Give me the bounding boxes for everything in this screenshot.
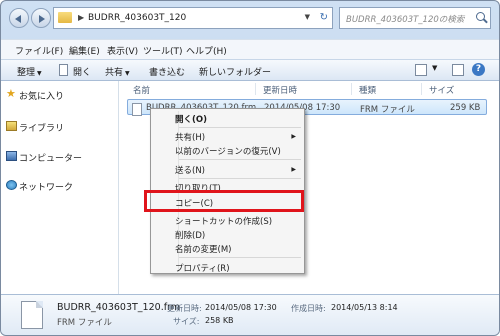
column-header-name[interactable]: 名前 [133, 84, 150, 96]
menu-edit[interactable]: 編集(E) [69, 44, 100, 57]
address-dropdown-icon[interactable]: ▼ [305, 13, 310, 21]
submenu-arrow-icon: ▶ [291, 133, 296, 140]
file-icon [21, 301, 43, 329]
menu-item-send-to[interactable]: 送る(N) [175, 164, 205, 176]
details-modified-value: 2014/05/08 17:30 [205, 303, 277, 312]
burn-button[interactable]: 書き込む [149, 65, 185, 78]
menu-tools[interactable]: ツール(T) [143, 44, 183, 57]
menu-item-share[interactable]: 共有(H) [175, 131, 205, 143]
details-size-label: サイズ: [173, 317, 200, 326]
open-button[interactable]: 開く [73, 65, 91, 78]
star-icon: ★ [6, 87, 16, 100]
nav-network[interactable]: ネットワーク [6, 180, 74, 193]
menu-separator [179, 257, 301, 258]
share-button[interactable]: 共有 ▼ [105, 65, 130, 78]
breadcrumb-arrow-icon[interactable]: ▶ [78, 13, 84, 22]
menu-view[interactable]: 表示(V) [107, 44, 138, 57]
share-label: 共有 [105, 68, 124, 78]
file-row-size: 259 KB [450, 103, 481, 113]
menu-separator [179, 159, 301, 160]
search-box[interactable]: BUDRR_403603T_120の検索 [339, 7, 491, 29]
column-divider[interactable] [351, 83, 352, 95]
menu-item-open[interactable]: 開く(O) [175, 113, 207, 125]
refresh-icon[interactable]: ↻ [320, 12, 328, 23]
menu-item-restore-previous[interactable]: 以前のバージョンの復元(V) [175, 145, 281, 157]
column-header-modified[interactable]: 更新日時 [263, 84, 297, 96]
nav-favorites[interactable]: ★ お気に入り [6, 87, 65, 102]
forward-button[interactable] [31, 8, 51, 28]
chevron-down-icon: ▼ [37, 70, 42, 77]
file-icon [132, 103, 142, 116]
submenu-arrow-icon: ▶ [291, 166, 296, 173]
details-created-label: 作成日時: [291, 304, 326, 313]
computer-icon [6, 151, 17, 161]
menu-help[interactable]: ヘルプ(H) [186, 44, 227, 57]
title-bar: ▶ BUDRR_403603T_120 ▼ ↻ BUDRR_403603T_12… [1, 1, 499, 39]
view-options-icon[interactable] [415, 64, 427, 76]
document-icon [59, 64, 68, 76]
column-header-size[interactable]: サイズ [429, 84, 454, 96]
menu-item-rename[interactable]: 名前の変更(M) [175, 243, 231, 255]
details-file-type: FRM ファイル [57, 318, 112, 328]
column-divider[interactable] [255, 83, 256, 95]
preview-pane-icon[interactable] [452, 64, 464, 76]
nav-computer-label: コンピューター [19, 154, 83, 164]
library-icon [6, 121, 17, 131]
menu-bar: ファイル(F) 編集(E) 表示(V) ツール(T) ヘルプ(H) [1, 39, 499, 59]
help-icon[interactable]: ? [472, 63, 485, 76]
organize-button[interactable]: 整理 ▼ [17, 65, 42, 78]
new-folder-button[interactable]: 新しいフォルダー [199, 65, 271, 78]
view-dropdown-icon[interactable]: ▼ [432, 64, 437, 72]
column-divider[interactable] [421, 83, 422, 95]
address-path[interactable]: BUDRR_403603T_120 [88, 13, 186, 23]
copy-highlight-box [144, 190, 304, 212]
address-bar[interactable]: ▶ BUDRR_403603T_120 ▼ ↻ [53, 7, 333, 29]
search-icon[interactable] [476, 12, 485, 21]
navigation-pane: ★ お気に入り ライブラリ コンピューター ネットワーク [1, 81, 119, 294]
search-placeholder[interactable]: BUDRR_403603T_120の検索 [346, 13, 464, 25]
network-icon [6, 180, 17, 190]
menu-item-create-shortcut[interactable]: ショートカットの作成(S) [175, 215, 272, 227]
command-bar: 整理 ▼ 開く 共有 ▼ 書き込む 新しいフォルダー ▼ ? [1, 59, 499, 81]
organize-label: 整理 [17, 68, 36, 78]
menu-item-properties[interactable]: プロパティ(R) [175, 262, 230, 274]
details-size-value: 258 KB [205, 316, 234, 325]
details-file-name: BUDRR_403603T_120.frm [57, 302, 181, 313]
details-pane: BUDRR_403603T_120.frm FRM ファイル 更新日時: 201… [1, 294, 499, 335]
menu-file[interactable]: ファイル(F) [15, 44, 63, 57]
nav-favorites-label: お気に入り [19, 92, 65, 102]
nav-libraries[interactable]: ライブラリ [6, 121, 65, 134]
folder-icon [58, 12, 72, 23]
details-created-value: 2014/05/13 8:14 [331, 303, 398, 312]
chevron-down-icon: ▼ [125, 70, 130, 77]
column-header-type[interactable]: 種類 [359, 84, 376, 96]
back-button[interactable] [9, 8, 29, 28]
nav-network-label: ネットワーク [19, 183, 74, 193]
menu-separator [179, 127, 301, 128]
menu-item-delete[interactable]: 削除(D) [175, 229, 205, 241]
file-row-type: FRM ファイル [360, 105, 415, 115]
menu-separator [179, 178, 301, 179]
nav-computer[interactable]: コンピューター [6, 151, 83, 164]
details-modified-label: 更新日時: [167, 304, 202, 313]
nav-libraries-label: ライブラリ [19, 124, 65, 134]
